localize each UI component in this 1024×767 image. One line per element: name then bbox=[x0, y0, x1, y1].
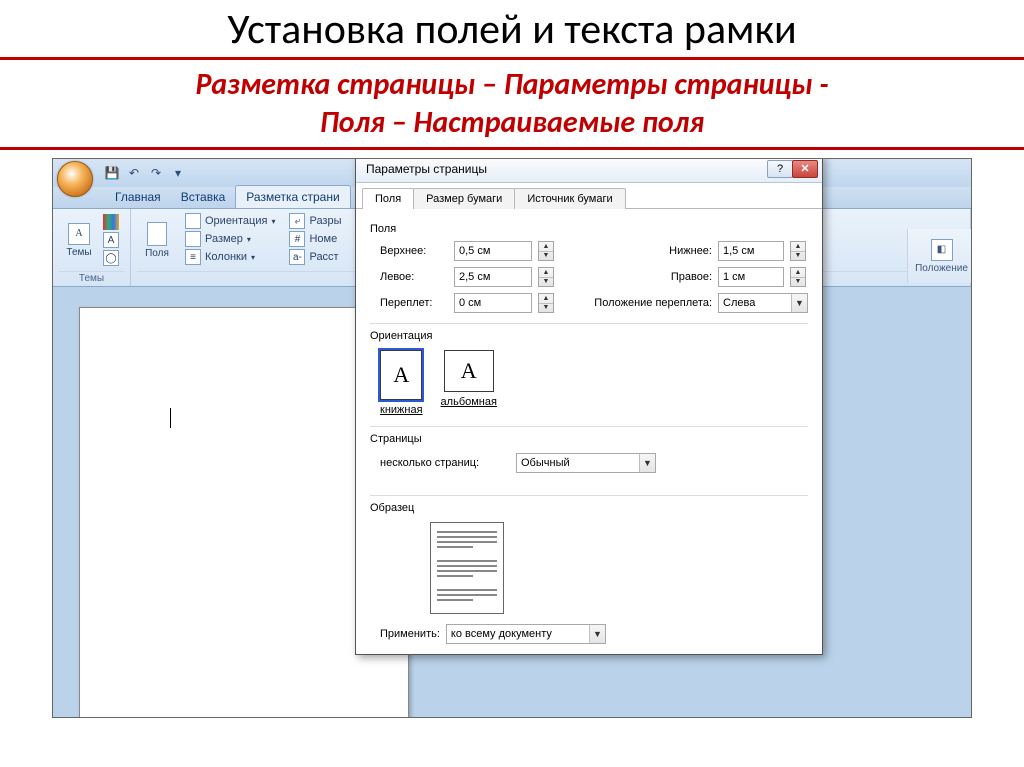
themes-label: Темы bbox=[66, 247, 91, 258]
apply-to-value: ко всему документу bbox=[451, 628, 552, 640]
theme-fonts-icon[interactable]: A bbox=[103, 232, 119, 248]
line-numbers-label: Номе bbox=[309, 233, 337, 245]
input-bottom[interactable]: 1,5 см bbox=[718, 241, 784, 261]
dialog-tab-source[interactable]: Источник бумаги bbox=[514, 188, 625, 209]
help-button[interactable]: ? bbox=[767, 160, 793, 178]
dialog-body: Поля Верхнее: 0,5 см ▲▼ Нижнее: 1,5 см ▲… bbox=[356, 209, 822, 654]
section-orientation-label: Ориентация bbox=[370, 330, 808, 342]
spinner-bottom[interactable]: ▲▼ bbox=[790, 241, 806, 261]
label-top: Верхнее: bbox=[380, 245, 448, 257]
label-gutter: Переплет: bbox=[380, 297, 448, 309]
divider bbox=[370, 426, 808, 427]
save-icon[interactable]: 💾 bbox=[103, 164, 121, 182]
themes-group-label: Темы bbox=[59, 271, 124, 284]
tab-home[interactable]: Главная bbox=[105, 186, 171, 208]
tab-page-layout[interactable]: Разметка страни bbox=[235, 185, 350, 208]
preview-box bbox=[430, 522, 504, 614]
orientation-portrait[interactable]: A книжная bbox=[380, 350, 423, 416]
size-icon bbox=[185, 231, 201, 247]
label-right: Правое: bbox=[562, 271, 712, 283]
divider bbox=[370, 323, 808, 324]
divider bbox=[370, 495, 808, 496]
orientation-landscape[interactable]: A альбомная bbox=[441, 350, 497, 416]
hyphenation-label: Расст bbox=[309, 251, 338, 263]
subtitle-line-1: Разметка страницы – Параметры страницы - bbox=[195, 66, 828, 103]
margins-button[interactable]: Поля bbox=[137, 213, 177, 267]
columns-label: Колонки bbox=[205, 251, 247, 263]
size-label: Размер bbox=[205, 233, 243, 245]
chevron-down-icon: ▼ bbox=[639, 454, 655, 472]
themes-icon: A bbox=[68, 223, 90, 245]
portrait-label: книжная bbox=[380, 404, 423, 416]
breaks-button[interactable]: ⤶ Разры bbox=[289, 213, 341, 229]
hyphenation-icon: a- bbox=[289, 249, 305, 265]
line-numbers-icon: # bbox=[289, 231, 305, 247]
gutter-pos-value: Слева bbox=[723, 297, 755, 309]
breaks-label: Разры bbox=[309, 215, 341, 227]
hyphenation-button[interactable]: a- Расст bbox=[289, 249, 341, 265]
label-multi-pages: несколько страниц: bbox=[380, 457, 510, 469]
slide-title: Установка полей и текста рамки bbox=[0, 0, 1024, 57]
divider-bottom bbox=[0, 147, 1024, 150]
portrait-icon: A bbox=[380, 350, 422, 400]
chevron-down-icon: ▼ bbox=[589, 625, 605, 643]
margins-icon bbox=[147, 222, 167, 246]
section-preview-label: Образец bbox=[370, 502, 808, 514]
dropdown-apply-to[interactable]: ко всему документу ▼ bbox=[446, 624, 606, 644]
size-button[interactable]: Размер▾ bbox=[185, 231, 275, 247]
position-button[interactable]: ◧ Положение bbox=[907, 229, 972, 283]
tab-insert[interactable]: Вставка bbox=[171, 186, 236, 208]
undo-icon[interactable]: ↶ bbox=[125, 164, 143, 182]
ribbon-group-themes: A Темы A ◯ Темы bbox=[53, 209, 131, 286]
orientation-button[interactable]: Ориентация▾ bbox=[185, 213, 275, 229]
orientation-icon bbox=[185, 213, 201, 229]
spinner-left[interactable]: ▲▼ bbox=[538, 267, 554, 287]
landscape-label: альбомная bbox=[441, 396, 497, 408]
spinner-right[interactable]: ▲▼ bbox=[790, 267, 806, 287]
position-label: Положение bbox=[915, 263, 968, 274]
dialog-tab-fields[interactable]: Поля bbox=[362, 188, 414, 209]
spinner-top[interactable]: ▲▼ bbox=[538, 241, 554, 261]
dropdown-gutter-pos[interactable]: Слева ▼ bbox=[718, 293, 808, 313]
input-right[interactable]: 1 см bbox=[718, 267, 784, 287]
position-icon: ◧ bbox=[931, 239, 953, 261]
label-bottom: Нижнее: bbox=[562, 245, 712, 257]
label-left: Левое: bbox=[380, 271, 448, 283]
margins-label: Поля bbox=[145, 248, 169, 259]
dialog-title: Параметры страницы bbox=[366, 162, 487, 176]
redo-icon[interactable]: ↷ bbox=[147, 164, 165, 182]
word-window: 💾 ↶ ↷ ▾ Главная Вставка Разметка страни … bbox=[52, 158, 972, 718]
page-setup-dialog: Параметры страницы ? ✕ Поля Размер бумаг… bbox=[355, 158, 823, 655]
columns-button[interactable]: ≡ Колонки▾ bbox=[185, 249, 275, 265]
multi-pages-value: Обычный bbox=[521, 457, 570, 469]
section-pages-label: Страницы bbox=[370, 433, 808, 445]
theme-colors-icon[interactable] bbox=[103, 214, 119, 230]
label-gutter-pos: Положение переплета: bbox=[562, 297, 712, 309]
subtitle-line-2: Поля – Настраиваемые поля bbox=[320, 104, 704, 141]
theme-effects-icon[interactable]: ◯ bbox=[103, 250, 119, 266]
qat-dropdown-icon[interactable]: ▾ bbox=[169, 164, 187, 182]
dropdown-multi-pages[interactable]: Обычный ▼ bbox=[516, 453, 656, 473]
columns-icon: ≡ bbox=[185, 249, 201, 265]
section-fields-label: Поля bbox=[370, 223, 808, 235]
orientation-label: Ориентация bbox=[205, 215, 267, 227]
label-apply-to: Применить: bbox=[380, 628, 440, 640]
input-left[interactable]: 2,5 см bbox=[454, 267, 532, 287]
line-numbers-button[interactable]: # Номе bbox=[289, 231, 341, 247]
office-button[interactable] bbox=[57, 161, 93, 197]
landscape-icon: A bbox=[444, 350, 494, 392]
input-gutter[interactable]: 0 см bbox=[454, 293, 532, 313]
text-cursor bbox=[170, 408, 171, 428]
slide-subtitle: Разметка страницы – Параметры страницы -… bbox=[0, 60, 1024, 147]
input-top[interactable]: 0,5 см bbox=[454, 241, 532, 261]
spinner-gutter[interactable]: ▲▼ bbox=[538, 293, 554, 313]
themes-button[interactable]: A Темы bbox=[59, 213, 99, 267]
dialog-tabs: Поля Размер бумаги Источник бумаги bbox=[356, 183, 822, 209]
close-button[interactable]: ✕ bbox=[792, 160, 818, 178]
dialog-titlebar[interactable]: Параметры страницы ? ✕ bbox=[356, 158, 822, 183]
dialog-tab-paper[interactable]: Размер бумаги bbox=[413, 188, 515, 209]
chevron-down-icon: ▼ bbox=[791, 294, 807, 312]
breaks-icon: ⤶ bbox=[289, 213, 305, 229]
